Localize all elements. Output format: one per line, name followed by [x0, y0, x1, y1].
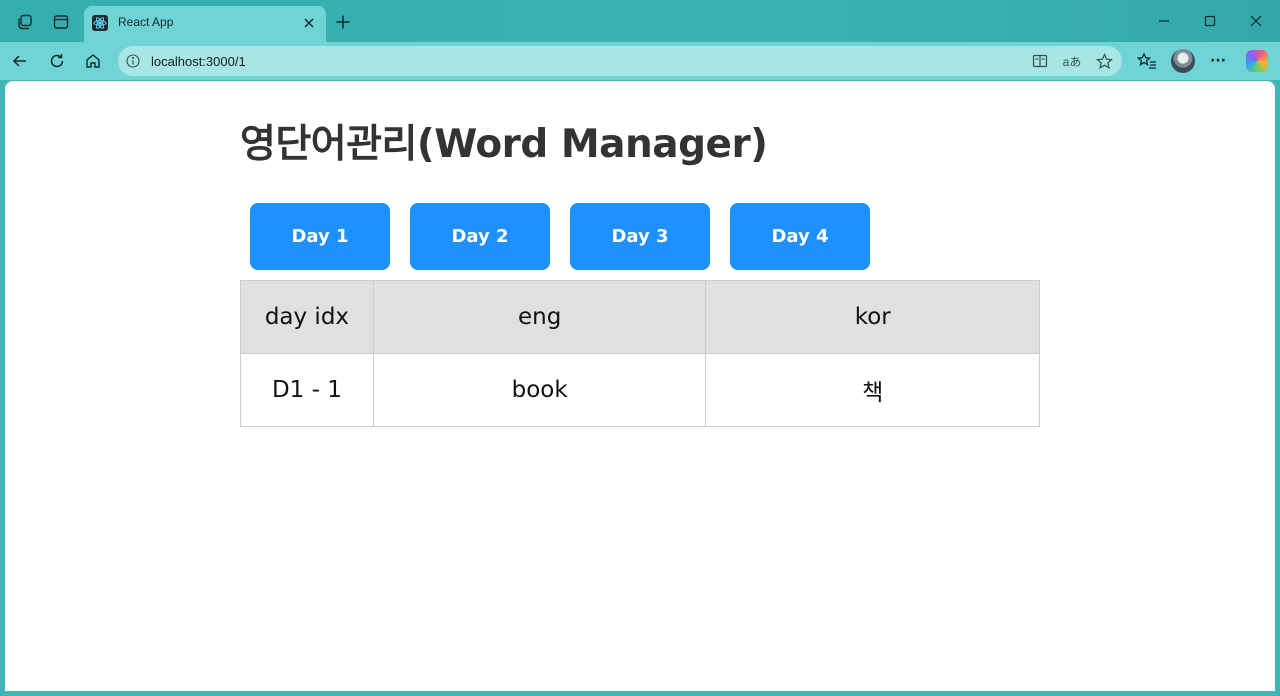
tab-react-app[interactable]: React App: [84, 6, 326, 42]
profile-avatar[interactable]: [1171, 49, 1195, 73]
copilot-icon[interactable]: [1246, 50, 1268, 72]
star-icon[interactable]: [1094, 52, 1114, 70]
react-favicon-icon: [92, 15, 108, 31]
page-title: 영단어관리(Word Manager): [240, 122, 768, 167]
day-2-button[interactable]: Day 2: [410, 203, 550, 270]
close-icon[interactable]: [300, 14, 318, 32]
table-row: D1 - 1 book 책: [240, 353, 1040, 427]
maximize-icon[interactable]: [1188, 6, 1232, 36]
browser-toolbar: localhost:3000/1 aあ ···: [0, 42, 1280, 80]
refresh-icon[interactable]: [43, 47, 71, 75]
window-close-icon[interactable]: [1234, 6, 1278, 36]
workspaces-icon[interactable]: [11, 8, 39, 36]
table-header-row: day idx eng kor: [240, 280, 1040, 354]
more-icon[interactable]: ···: [1204, 47, 1232, 75]
favorites-icon[interactable]: [1133, 47, 1161, 75]
header-eng: eng: [372, 280, 707, 354]
info-icon[interactable]: [125, 53, 141, 69]
header-kor: kor: [705, 280, 1040, 354]
day-4-button[interactable]: Day 4: [730, 203, 870, 270]
read-aloud-icon[interactable]: aあ: [1062, 52, 1082, 70]
header-day-idx: day idx: [240, 280, 374, 354]
plus-icon[interactable]: [330, 9, 356, 35]
cell-day-idx: D1 - 1: [240, 353, 374, 427]
cell-kor: 책: [705, 353, 1040, 427]
tab-title: React App: [118, 15, 174, 29]
page-viewport: 영단어관리(Word Manager) Day 1 Day 2 Day 3 Da…: [5, 81, 1275, 691]
tab-actions-icon[interactable]: [47, 8, 75, 36]
cell-eng: book: [372, 353, 707, 427]
day-1-button[interactable]: Day 1: [250, 203, 390, 270]
address-bar[interactable]: localhost:3000/1 aあ: [118, 46, 1122, 76]
home-icon[interactable]: [79, 47, 107, 75]
word-table: day idx eng kor D1 - 1 book 책: [240, 280, 1040, 427]
minimize-icon[interactable]: [1142, 6, 1186, 36]
url-text[interactable]: localhost:3000/1: [151, 54, 246, 69]
immersive-reader-icon[interactable]: [1030, 52, 1050, 70]
browser-titlebar: React App: [0, 0, 1280, 42]
day-3-button[interactable]: Day 3: [570, 203, 710, 270]
back-icon[interactable]: [6, 47, 34, 75]
